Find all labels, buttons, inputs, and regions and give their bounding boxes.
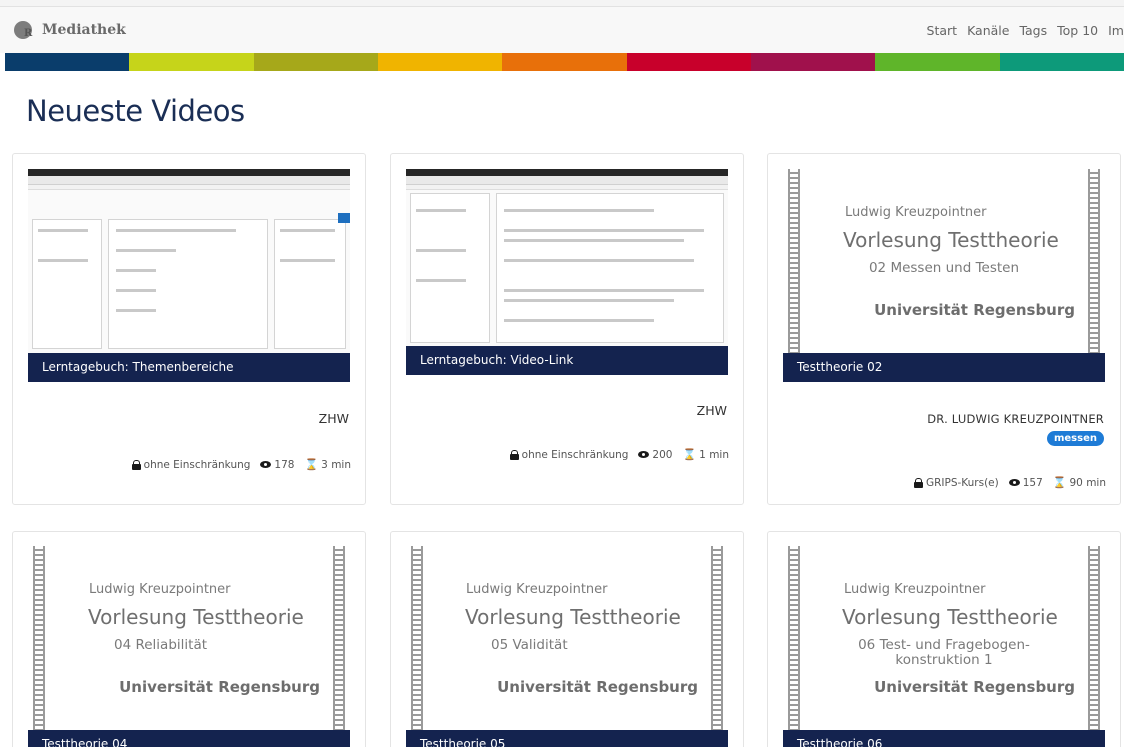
brand-name: Mediathek — [42, 22, 126, 38]
slide-subtitle: 05 Validität — [491, 637, 568, 653]
access-label: GRIPS-Kurs(e) — [925, 476, 999, 489]
slide-title: Vorlesung Testtheorie — [465, 605, 681, 629]
slide-subtitle: 04 Reliabilität — [114, 637, 208, 653]
video-title: Testtheorie 06 — [783, 730, 1105, 747]
color-band-segment — [5, 53, 130, 71]
slide-university: Universität Regensburg — [874, 301, 1075, 319]
color-band-segment — [875, 53, 1000, 71]
screenshot-preview — [406, 169, 728, 349]
organization-label: ZHW — [696, 403, 727, 418]
video-title: Testtheorie 02 — [783, 353, 1105, 382]
slide-title: Vorlesung Testtheorie — [88, 605, 304, 629]
slide-subtitle: 02 Messen und Testen — [868, 260, 1020, 276]
eye-icon — [1008, 479, 1020, 486]
video-card[interactable]: Lerntagebuch: Video-Link ZHW ohne Einsch… — [390, 153, 744, 505]
slide-subtitle: 06 Test- und Fragebogen- konstruktion 1 — [858, 637, 1030, 668]
nav-link-top10[interactable]: Top 10 — [1057, 23, 1098, 38]
slide-university: Universität Regensburg — [119, 678, 320, 696]
access-label: ohne Einschränkung — [143, 458, 251, 471]
duration: 1 min — [699, 448, 729, 461]
video-card[interactable]: Ludwig Kreuzpointner Vorlesung Testtheor… — [767, 153, 1121, 505]
organization-label: ZHW — [318, 411, 349, 426]
nav-link-kanaele[interactable]: Kanäle — [967, 23, 1009, 38]
color-band-segment — [502, 53, 627, 71]
ur-logo-icon: R — [14, 19, 36, 41]
video-title: Lerntagebuch: Video-Link — [406, 346, 728, 375]
color-band-segment — [377, 53, 503, 71]
video-meta: ohne Einschränkung 178 ⌛ 3 min — [131, 458, 351, 471]
color-band-segment — [999, 53, 1124, 71]
video-meta: ohne Einschränkung 200 ⌛ 1 min — [509, 448, 729, 461]
video-card[interactable]: Ludwig Kreuzpointner Vorlesung Testtheor… — [12, 531, 366, 747]
access-label: ohne Einschränkung — [521, 448, 629, 461]
color-band-segment — [626, 53, 751, 71]
brand-link[interactable]: R Mediathek — [14, 19, 126, 41]
video-card[interactable]: Lerntagebuch: Themenbereiche ZHW ohne Ei… — [12, 153, 366, 505]
color-band-segment — [750, 53, 876, 71]
hourglass-icon: ⌛ — [1052, 476, 1067, 489]
eye-icon — [638, 451, 650, 458]
color-band-segment — [129, 53, 254, 71]
video-card[interactable]: Ludwig Kreuzpointner Vorlesung Testtheor… — [767, 531, 1121, 747]
nav-link-start[interactable]: Start — [927, 23, 958, 38]
video-title: Testtheorie 04 — [28, 730, 350, 747]
video-meta: GRIPS-Kurs(e) 157 ⌛ 90 min — [913, 476, 1107, 489]
color-band — [5, 53, 1124, 71]
video-thumbnail[interactable]: Ludwig Kreuzpointner Vorlesung Testtheor… — [783, 546, 1105, 747]
video-thumbnail[interactable]: Ludwig Kreuzpointner Vorlesung Testtheor… — [783, 169, 1105, 382]
slide-author: Ludwig Kreuzpointner — [89, 582, 231, 597]
author-label: DR. LUDWIG KREUZPOINTNER — [927, 412, 1104, 426]
hourglass-icon: ⌛ — [304, 458, 319, 471]
slide-title: Vorlesung Testtheorie — [843, 228, 1059, 252]
lock-icon — [509, 449, 519, 460]
color-band-segment — [253, 53, 378, 71]
window-top-edge — [0, 0, 1124, 7]
page-title: Neueste Videos — [26, 94, 245, 128]
duration: 3 min — [321, 458, 351, 471]
hourglass-icon: ⌛ — [682, 448, 697, 461]
slide-author: Ludwig Kreuzpointner — [844, 582, 986, 597]
slide-author: Ludwig Kreuzpointner — [845, 205, 987, 220]
view-count: 200 — [652, 448, 673, 461]
video-card[interactable]: Ludwig Kreuzpointner Vorlesung Testtheor… — [390, 531, 744, 747]
screenshot-preview — [28, 169, 350, 359]
slide-author: Ludwig Kreuzpointner — [466, 582, 608, 597]
video-title: Lerntagebuch: Themenbereiche — [28, 353, 350, 382]
slide-title: Vorlesung Testtheorie — [842, 605, 1058, 629]
duration: 90 min — [1069, 476, 1107, 489]
view-count: 178 — [274, 458, 295, 471]
tag-badge[interactable]: messen — [1046, 431, 1104, 446]
eye-icon — [260, 461, 272, 468]
lock-icon — [131, 459, 141, 470]
slide-university: Universität Regensburg — [874, 678, 1075, 696]
slide-university: Universität Regensburg — [497, 678, 698, 696]
video-thumbnail[interactable]: Lerntagebuch: Themenbereiche — [28, 169, 350, 382]
view-count: 157 — [1022, 476, 1043, 489]
nav-link-impressum[interactable]: Im — [1108, 23, 1124, 38]
video-thumbnail[interactable]: Ludwig Kreuzpointner Vorlesung Testtheor… — [28, 546, 350, 747]
video-title: Testtheorie 05 — [406, 730, 728, 747]
main-nav: Start Kanäle Tags Top 10 Im — [917, 23, 1124, 38]
video-thumbnail[interactable]: Ludwig Kreuzpointner Vorlesung Testtheor… — [406, 546, 728, 747]
video-thumbnail[interactable]: Lerntagebuch: Video-Link — [406, 169, 728, 375]
navbar: R Mediathek Start Kanäle Tags Top 10 Im — [0, 7, 1124, 53]
lock-icon — [913, 477, 923, 488]
nav-link-tags[interactable]: Tags — [1019, 23, 1047, 38]
